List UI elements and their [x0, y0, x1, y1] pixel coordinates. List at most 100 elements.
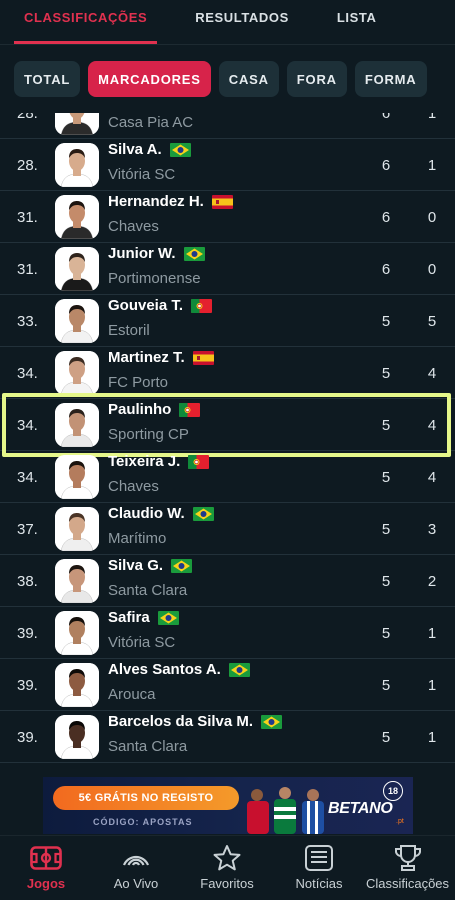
- ad-brand-suffix: .pt: [396, 818, 404, 825]
- player-rank: 38.: [17, 572, 38, 590]
- player-goals: 5: [381, 520, 391, 538]
- table-row[interactable]: 39. Barcelos da Silva M. Santa Clara 5 1: [0, 711, 455, 763]
- player-photo: [55, 559, 99, 603]
- nav-ao-vivo[interactable]: Ao Vivo: [104, 836, 168, 900]
- player-goals: 5: [381, 468, 391, 486]
- player-goals: 6: [381, 113, 391, 122]
- tab-divider: [0, 44, 455, 45]
- spain-flag-icon: [192, 350, 214, 365]
- player-name: Paulinho: [108, 401, 201, 418]
- portugal-flag-icon: [179, 402, 201, 417]
- player-goals: 5: [381, 624, 391, 642]
- player-goals: 6: [381, 260, 391, 278]
- nav-favoritos[interactable]: Favoritos: [194, 836, 260, 900]
- player-name: Silva G.: [108, 557, 193, 574]
- nav-noticias[interactable]: Notícias: [289, 836, 349, 900]
- player-club: Marítimo: [108, 530, 167, 547]
- spain-flag-icon: [211, 194, 233, 209]
- player-club: Vitória SC: [108, 166, 176, 183]
- player-rank: 39.: [17, 728, 38, 746]
- player-photo: [55, 663, 99, 707]
- table-row[interactable]: 31. Junior W. Portimonense 6 0: [0, 243, 455, 295]
- nav-jogos[interactable]: Jogos: [14, 836, 78, 900]
- player-photo: [55, 611, 99, 655]
- chip-marcadores[interactable]: MARCADORES: [88, 61, 211, 97]
- table-row[interactable]: 34. Teixeira J. Chaves 5 4: [0, 451, 455, 503]
- table-row[interactable]: 39. Alves Santos A. Arouca 5 1: [0, 659, 455, 711]
- table-row[interactable]: 38. Silva G. Santa Clara 5 2: [0, 555, 455, 607]
- player-photo: [55, 195, 99, 239]
- chip-fora[interactable]: FORA: [286, 61, 347, 97]
- player-goals: 5: [381, 676, 391, 694]
- trophy-icon: [392, 843, 424, 873]
- player-rank: 39.: [17, 676, 38, 694]
- table-row[interactable]: 28. Silva A. Vitória SC 6 1: [0, 139, 455, 191]
- table-row[interactable]: 34. Paulinho Sporting CP 5 4: [0, 399, 455, 451]
- ad-banner[interactable]: 5€ GRÁTIS NO REGISTO CÓDIGO: APOSTAS 18 …: [43, 777, 413, 834]
- player-club: Estoril: [108, 322, 150, 339]
- player-name-text: Teixeira J.: [108, 453, 181, 470]
- chip-casa[interactable]: CASA: [218, 61, 279, 97]
- table-row[interactable]: 37. Claudio W. Marítimo 5 3: [0, 503, 455, 555]
- newspaper-icon: [303, 843, 335, 873]
- player-goals: 6: [381, 156, 391, 174]
- player-name: Barcelos da Silva M.: [108, 713, 283, 730]
- player-club: Arouca: [108, 686, 156, 703]
- player-goals: 5: [381, 312, 391, 330]
- player-assists: 1: [427, 156, 437, 174]
- player-name-text: Hernandez H.: [108, 193, 204, 210]
- player-name: Alves Santos A.: [108, 661, 250, 678]
- player-rank: 28.: [17, 156, 38, 174]
- player-rank: 28.: [17, 113, 38, 122]
- player-assists: 0: [427, 260, 437, 278]
- tab-resultados[interactable]: RESULTADOS: [185, 0, 299, 44]
- player-name: Gouveia T.: [108, 297, 213, 314]
- player-club: Portimonense: [108, 270, 201, 287]
- brazil-flag-icon: [228, 662, 250, 677]
- nav-label-classificacoes: Classificações: [365, 876, 450, 891]
- player-photo: [55, 113, 99, 135]
- table-row[interactable]: 28.Rafael MartinsCasa Pia AC61: [0, 113, 455, 139]
- player-name: Martinez T.: [108, 349, 214, 366]
- player-assists: 3: [427, 520, 437, 538]
- player-assists: 4: [427, 416, 437, 434]
- player-name-text: Silva G.: [108, 557, 164, 574]
- tab-lista[interactable]: LISTA: [327, 0, 387, 44]
- brazil-flag-icon: [169, 142, 191, 157]
- player-rank: 37.: [17, 520, 38, 538]
- player-club: Chaves: [108, 478, 159, 495]
- chip-forma[interactable]: FORMA: [354, 61, 427, 97]
- table-row[interactable]: 34. Martinez T. FC Porto 5 4: [0, 347, 455, 399]
- scorers-list[interactable]: 28.Rafael MartinsCasa Pia AC6128.Silva A…: [0, 113, 455, 835]
- brazil-flag-icon: [171, 558, 193, 573]
- player-name: Junior W.: [108, 245, 205, 262]
- player-name-text: Barcelos da Silva M.: [108, 713, 254, 730]
- player-name-text: Junior W.: [108, 245, 176, 262]
- player-name: Safira: [108, 609, 179, 626]
- star-icon: [211, 843, 243, 873]
- player-rank: 34.: [17, 468, 38, 486]
- brazil-flag-icon: [157, 610, 179, 625]
- nav-label-noticias: Notícias: [295, 876, 343, 891]
- player-club: FC Porto: [108, 374, 169, 391]
- tab-classificacoes[interactable]: CLASSIFICAÇÕES: [14, 0, 158, 44]
- portugal-flag-icon: [191, 298, 213, 313]
- player-goals: 6: [381, 208, 391, 226]
- player-name: Silva A.: [108, 141, 191, 158]
- filter-chip-bar: TOTAL MARCADORES CASA FORA FORMA: [14, 61, 427, 97]
- ad-brand-logo: BETANO: [328, 800, 393, 817]
- top-tab-bar: CLASSIFICAÇÕES RESULTADOS LISTA: [0, 0, 455, 44]
- player-assists: 0: [427, 208, 437, 226]
- player-goals: 5: [381, 728, 391, 746]
- player-rank: 39.: [17, 624, 38, 642]
- nav-classificacoes[interactable]: Classificações: [360, 836, 455, 900]
- table-row[interactable]: 33. Gouveia T. Estoril 5 5: [0, 295, 455, 347]
- player-photo: [55, 299, 99, 343]
- table-row[interactable]: 31. Hernandez H. Chaves 6 0: [0, 191, 455, 243]
- table-row[interactable]: 39. Safira Vitória SC 5 1: [0, 607, 455, 659]
- player-rank: 34.: [17, 364, 38, 382]
- nav-label-jogos: Jogos: [26, 876, 66, 891]
- player-assists: 1: [427, 728, 437, 746]
- player-club: Sporting CP: [108, 426, 189, 443]
- chip-total[interactable]: TOTAL: [14, 61, 81, 97]
